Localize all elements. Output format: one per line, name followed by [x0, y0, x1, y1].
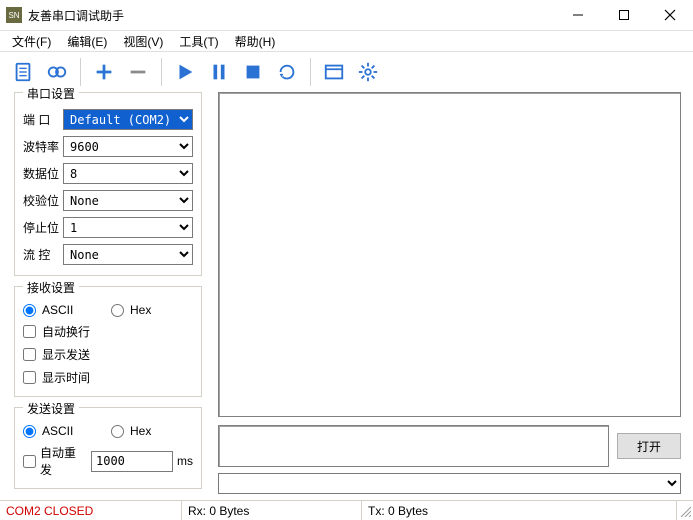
stopbits-select[interactable]: 1 [63, 217, 193, 238]
auto-resend-checkbox[interactable] [23, 455, 36, 468]
status-rx: Rx: 0 Bytes [182, 501, 362, 520]
databits-label: 数据位 [23, 165, 63, 182]
status-bar: COM2 CLOSED Rx: 0 Bytes Tx: 0 Bytes [0, 500, 693, 520]
refresh-icon[interactable] [272, 57, 302, 87]
send-textarea[interactable] [218, 425, 609, 467]
baud-label: 波特率 [23, 138, 63, 155]
parity-label: 校验位 [23, 192, 63, 209]
rx-wrap-label: 自动换行 [42, 323, 90, 340]
rx-wrap-checkbox[interactable] [23, 325, 36, 338]
rx-hex-radio[interactable] [111, 304, 124, 317]
rx-hex-label: Hex [130, 303, 151, 317]
maximize-button[interactable] [601, 0, 647, 30]
add-icon[interactable] [89, 57, 119, 87]
open-button[interactable]: 打开 [617, 433, 681, 459]
app-icon: SN [6, 7, 22, 23]
stopbits-label: 停止位 [23, 219, 63, 236]
port-settings-title: 串口设置 [23, 85, 79, 102]
title-bar: SN 友善串口调试助手 [0, 0, 693, 30]
rx-showtime-label: 显示时间 [42, 369, 90, 386]
close-button[interactable] [647, 0, 693, 30]
port-select[interactable]: Default (COM2) [63, 109, 193, 130]
rx-settings-group: 接收设置 ASCII Hex 自动换行 显示发送 显示时间 [14, 286, 202, 397]
ms-label: ms [177, 454, 193, 468]
rx-ascii-label: ASCII [42, 303, 73, 317]
baud-select[interactable]: 9600 [63, 136, 193, 157]
auto-resend-label: 自动重发 [40, 444, 87, 478]
port-settings-group: 串口设置 端 口 Default (COM2) 波特率 9600 数据位 8 校… [14, 92, 202, 276]
menu-file[interactable]: 文件(F) [4, 31, 59, 52]
rx-showtime-checkbox[interactable] [23, 371, 36, 384]
menu-help[interactable]: 帮助(H) [227, 31, 284, 52]
status-port: COM2 CLOSED [0, 501, 182, 520]
databits-select[interactable]: 8 [63, 163, 193, 184]
tx-ascii-radio[interactable] [23, 425, 36, 438]
parity-select[interactable]: None [63, 190, 193, 211]
resend-interval-input[interactable] [91, 451, 173, 472]
pause-icon[interactable] [204, 57, 234, 87]
toolbar-separator [310, 58, 311, 86]
status-tx: Tx: 0 Bytes [362, 501, 677, 520]
minimize-button[interactable] [555, 0, 601, 30]
remove-icon[interactable] [123, 57, 153, 87]
tx-ascii-label: ASCII [42, 424, 73, 438]
tx-hex-label: Hex [130, 424, 151, 438]
tx-settings-title: 发送设置 [23, 400, 79, 417]
record-icon[interactable] [42, 57, 72, 87]
stop-icon[interactable] [238, 57, 268, 87]
menu-edit[interactable]: 编辑(E) [59, 31, 115, 52]
rx-showsend-checkbox[interactable] [23, 348, 36, 361]
settings-icon[interactable] [353, 57, 383, 87]
port-label: 端 口 [23, 111, 63, 128]
tx-settings-group: 发送设置 ASCII Hex 自动重发 ms [14, 407, 202, 489]
menu-view[interactable]: 视图(V) [115, 31, 171, 52]
toolbar [0, 52, 693, 92]
toolbar-separator [80, 58, 81, 86]
toolbar-separator [161, 58, 162, 86]
rx-ascii-radio[interactable] [23, 304, 36, 317]
window-icon[interactable] [319, 57, 349, 87]
window-title: 友善串口调试助手 [28, 7, 555, 24]
flow-label: 流 控 [23, 246, 63, 263]
tx-hex-radio[interactable] [111, 425, 124, 438]
play-icon[interactable] [170, 57, 200, 87]
resize-grip-icon[interactable] [677, 503, 693, 519]
menu-bar: 文件(F) 编辑(E) 视图(V) 工具(T) 帮助(H) [0, 30, 693, 52]
menu-tools[interactable]: 工具(T) [171, 31, 226, 52]
new-document-icon[interactable] [8, 57, 38, 87]
rx-settings-title: 接收设置 [23, 279, 79, 296]
send-history-select[interactable] [218, 473, 681, 494]
receive-textarea[interactable] [218, 92, 681, 417]
rx-showsend-label: 显示发送 [42, 346, 90, 363]
flow-select[interactable]: None [63, 244, 193, 265]
